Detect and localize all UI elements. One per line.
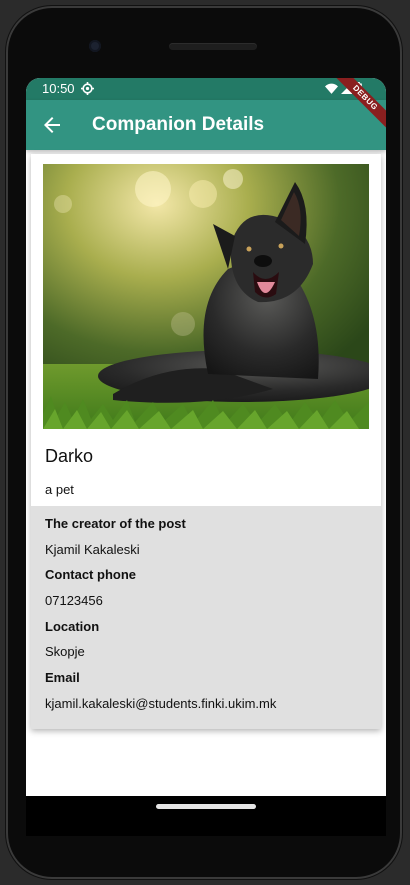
page-title: Companion Details xyxy=(92,114,265,135)
location-label: Location xyxy=(45,619,100,634)
creator-label: The creator of the post xyxy=(45,516,186,531)
status-time: 10:50 xyxy=(42,81,75,96)
contact-phone-value: 07123456 xyxy=(45,593,103,608)
contact-info-panel: The creator of the post Kjamil Kakaleski… xyxy=(31,506,381,729)
location-value: Skopje xyxy=(45,644,85,659)
front-camera xyxy=(89,40,101,52)
creator-value: Kjamil Kakaleski xyxy=(45,542,140,557)
system-nav-bar xyxy=(26,796,386,836)
status-bar: 10:50 xyxy=(26,78,386,100)
screen: 10:50 Companion Details DEBUG Darko a pe… xyxy=(26,78,386,796)
earpiece-speaker xyxy=(169,43,257,50)
pet-description: a pet xyxy=(45,482,74,497)
email-label: Email xyxy=(45,670,80,685)
email-value: kjamil.kakaleski@students.finki.ukim.mk xyxy=(45,696,277,711)
home-gesture-handle[interactable] xyxy=(156,804,256,809)
pet-details-card: Darko a pet The creator of the post Kjam… xyxy=(31,154,381,729)
app-bar: Companion Details xyxy=(26,100,386,150)
gear-icon xyxy=(81,82,94,95)
pet-name: Darko xyxy=(45,446,94,466)
dog-photo xyxy=(43,164,369,429)
contact-phone-label: Contact phone xyxy=(45,567,136,582)
wifi-icon xyxy=(325,83,338,94)
arrow-left-icon[interactable] xyxy=(40,113,64,137)
